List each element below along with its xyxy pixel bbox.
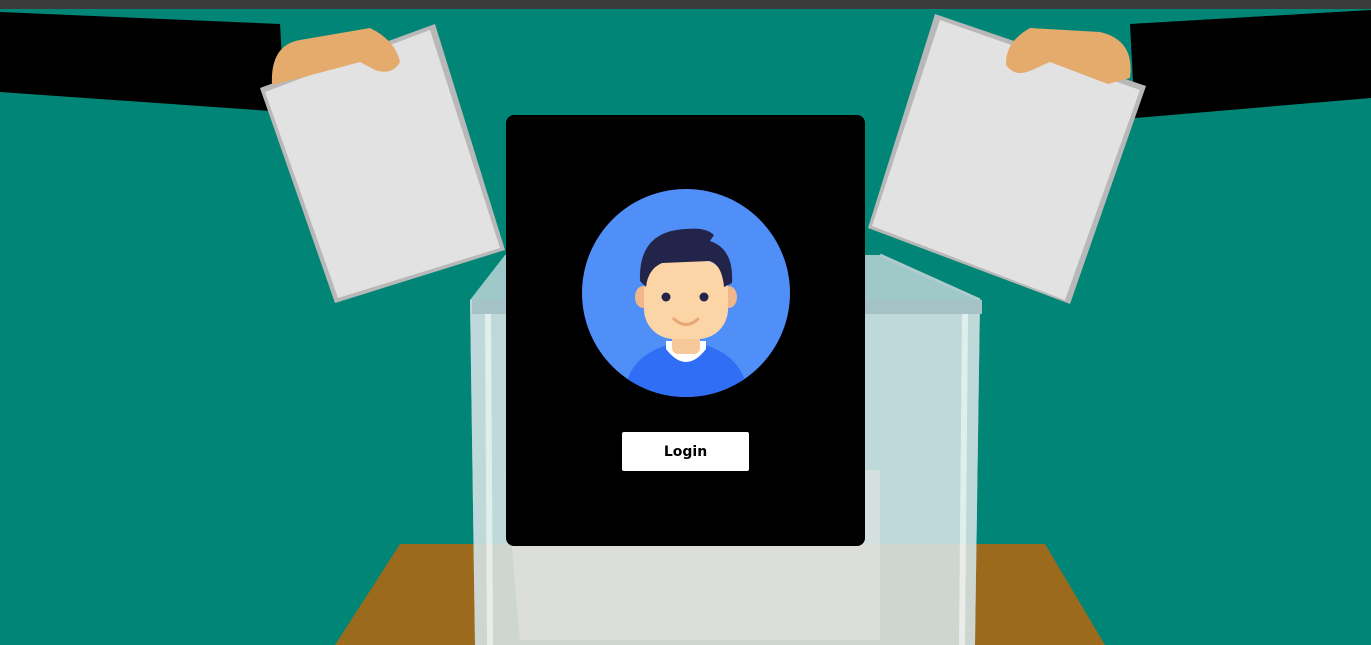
right-hand-with-ballot bbox=[868, 10, 1371, 304]
left-hand-with-ballot bbox=[0, 12, 505, 303]
browser-top-bar bbox=[0, 0, 1371, 9]
user-avatar-icon bbox=[582, 189, 790, 397]
login-button[interactable]: Login bbox=[622, 432, 749, 471]
login-card: Login bbox=[506, 115, 865, 546]
